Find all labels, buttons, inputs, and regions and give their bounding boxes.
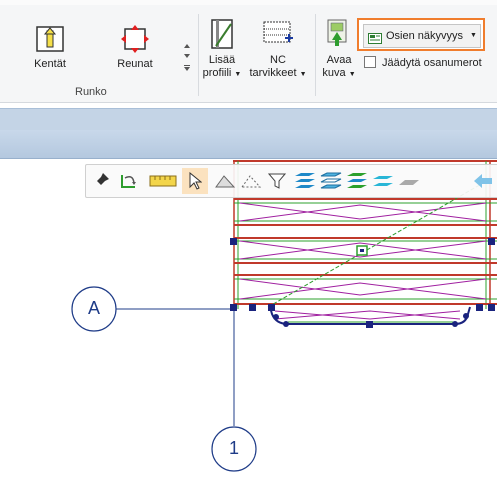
avaa-label-line1: Avaa [326,54,352,66]
tab-strip [0,108,497,131]
kentat-label: Kentät [34,58,66,70]
rotate-view-icon[interactable] [116,168,142,194]
grid-label-1: 1 [228,438,239,458]
visibility-icon [368,30,382,44]
dashed-plane-icon[interactable] [238,168,264,194]
group-label-runko: Runko [75,86,107,98]
filter-icon[interactable] [264,168,290,194]
ribbon-top-strip [0,0,497,5]
layers-blue-icon[interactable] [292,168,318,194]
nc-label-text: tarvikkeet [249,67,297,79]
fields-icon [35,24,65,54]
avaa-label-line2: kuva ▼ [319,67,359,81]
nc-label-line1: NC [270,54,286,66]
plane-icon[interactable] [212,168,238,194]
jaadyta-label: Jäädytä osanumerot [382,57,482,69]
kentat-button[interactable]: Kentät [20,24,80,71]
edges-icon [120,24,150,54]
chevron-down-icon: ▼ [348,71,356,78]
flat-plane-icon[interactable] [396,168,422,194]
chevron-down-icon: ▼ [299,71,307,78]
osien-nakyvyys-highlight: Osien näkyvyys ▼ [357,18,485,51]
open-image-icon [324,18,354,50]
chevron-down-icon: ▼ [234,71,242,78]
ruler-icon[interactable] [148,168,178,194]
midpoint-marker [356,245,368,256]
reunat-label: Reunat [117,58,153,70]
model-drawing [71,160,497,472]
layers-cyan-icon[interactable] [370,168,396,194]
diagonal-bracing [239,202,487,320]
pin-icon[interactable] [88,168,114,194]
jaadyta-osanumerot-checkbox[interactable]: Jäädytä osanumerot [364,56,482,69]
grid-label-a: A [87,298,100,318]
lisaa-profiili-button[interactable]: Lisää profiili ▼ [198,18,246,81]
view-toolbar [85,164,497,198]
avaa-label-text: kuva [322,67,346,79]
pointer-icon[interactable] [182,168,208,194]
lisaa-label-line1: Lisää [208,54,236,66]
chevron-down-icon: ▼ [470,32,477,39]
layers-outline-icon[interactable] [318,168,344,194]
nc-accessories-icon [261,18,295,50]
lisaa-label-text: profiili [202,67,232,79]
back-arrow-icon[interactable] [470,168,496,194]
ribbon: Kentät Reunat Runko Lisää profiili ▼ NC … [0,0,497,103]
checkbox-box[interactable] [364,56,376,68]
reunat-button[interactable]: Reunat [105,24,165,71]
ribbon-separator [315,14,316,96]
layers-green-icon[interactable] [344,168,370,194]
osien-nakyvyys-label: Osien näkyvyys [386,30,464,42]
lisaa-label-line2: profiili ▼ [198,67,246,81]
nc-tarvikkeet-button[interactable]: NC tarvikkeet ▼ [246,18,310,81]
gallery-scroll[interactable] [181,24,193,74]
nc-label-line2: tarvikkeet ▼ [246,67,310,81]
avaa-kuva-button[interactable]: Avaa kuva ▼ [319,18,359,81]
osien-nakyvyys-dropdown[interactable]: Osien näkyvyys ▼ [363,24,481,48]
profile-icon [208,18,236,50]
view-titlebar [0,130,497,159]
